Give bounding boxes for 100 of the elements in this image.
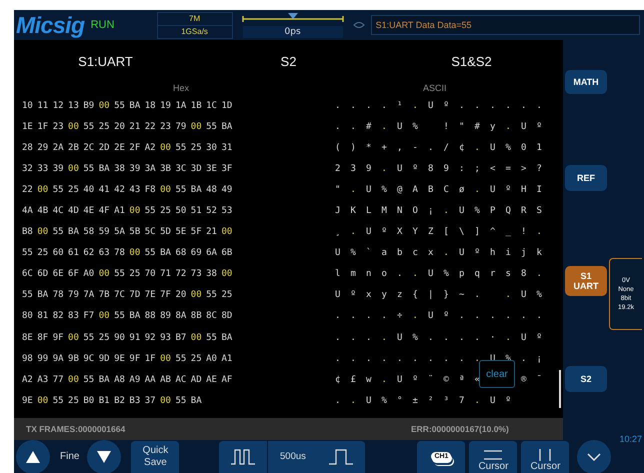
hex-byte: 55: [83, 164, 96, 174]
scrollbar[interactable]: [559, 370, 561, 408]
horizontal-lines-icon: [482, 448, 504, 460]
hex-byte: 5E: [175, 227, 188, 238]
cursor-button[interactable]: Cursor: [521, 440, 570, 472]
hex-byte: B7: [175, 332, 188, 343]
eye-icon[interactable]: [352, 21, 365, 29]
cursor-button[interactable]: Cursor: [469, 440, 518, 472]
hex-byte: 00: [37, 396, 50, 406]
hex-byte: B2: [114, 396, 126, 406]
hex-byte: 2B: [68, 142, 80, 153]
hex-byte: 4C: [52, 206, 65, 216]
hex-byte: 00: [68, 164, 80, 174]
hex-byte: 11: [37, 100, 50, 111]
up-triangle-icon: [26, 450, 40, 462]
hex-byte: 40: [83, 184, 96, 195]
hex-byte: 23: [52, 122, 65, 132]
hex-byte: 2A: [52, 142, 65, 153]
hex-byte: 3C: [175, 164, 188, 174]
hex-byte: 00: [37, 227, 50, 238]
hex-byte: 3D: [190, 164, 203, 174]
hex-byte: 55: [114, 269, 126, 280]
hex-byte: 55: [22, 248, 34, 258]
hex-byte: 58: [83, 227, 96, 238]
hex-byte: 13: [68, 100, 80, 111]
hex-byte: 4A: [22, 206, 34, 216]
hex-byte: 31: [221, 142, 234, 153]
hex-byte: 00: [98, 311, 111, 322]
hex-byte: AB: [160, 374, 172, 385]
hex-byte: 5F: [190, 227, 203, 238]
down-button[interactable]: [87, 440, 122, 473]
hex-byte: 60: [52, 248, 65, 258]
sidebar-button[interactable]: S2: [565, 366, 607, 392]
hex-byte: 00: [98, 100, 111, 111]
hex-byte: 55: [83, 122, 96, 132]
hex-byte: 37: [144, 396, 157, 406]
hex-byte: AA: [144, 374, 157, 385]
hex-byte: 9A: [52, 354, 65, 364]
hex-byte: 7E: [144, 290, 157, 300]
hex-byte: 5A: [114, 227, 126, 238]
hex-byte: 00: [68, 122, 80, 132]
hex-byte: 1F: [37, 122, 50, 132]
hex-byte: A0: [83, 269, 96, 280]
hex-byte: A2: [144, 142, 157, 153]
hex-byte: 51: [190, 206, 203, 216]
message-field: S1:UART Data Data=55: [370, 15, 640, 35]
hex-byte: B3: [129, 396, 142, 406]
hex-byte: 49: [221, 184, 234, 195]
sidebar-button[interactable]: REF: [565, 165, 607, 191]
hex-byte: AC: [175, 374, 188, 385]
hex-byte: 18: [144, 100, 157, 111]
hex-byte: 7B: [98, 290, 111, 300]
up-button[interactable]: [16, 440, 50, 473]
hex-byte: 7C: [114, 290, 126, 300]
hex-byte: 79: [68, 290, 80, 300]
hex-byte: A0: [206, 354, 218, 364]
hex-byte: 55: [175, 354, 188, 364]
sidebar-button[interactable]: S1 UART: [565, 266, 607, 296]
hex-byte: 29: [37, 142, 50, 153]
hex-byte: 41: [98, 184, 111, 195]
hex-byte: 9B: [68, 354, 80, 364]
hex-byte: 21: [206, 227, 218, 238]
hex-byte: 38: [206, 269, 218, 280]
hex-byte: 55: [175, 396, 188, 406]
expand-button[interactable]: [577, 440, 612, 473]
hex-byte: AE: [206, 374, 218, 385]
hex-byte: 55: [52, 227, 65, 238]
hex-byte: A1: [114, 206, 126, 216]
hex-byte: 55: [114, 311, 126, 322]
hex-byte: 30: [206, 142, 218, 153]
hex-byte: 6C: [22, 269, 34, 280]
hex-byte: 2C: [83, 142, 96, 153]
hex-byte: 55: [175, 142, 188, 153]
hex-byte: BA: [98, 164, 111, 174]
hex-byte: 25: [68, 396, 80, 406]
hex-byte: F8: [144, 184, 157, 195]
clock: 10:27: [619, 434, 642, 444]
hex-byte: 00: [160, 396, 172, 406]
logo: Micsig: [16, 12, 85, 38]
hex-byte: 1C: [206, 100, 218, 111]
hex-byte: 72: [175, 269, 188, 280]
hex-byte: 00: [190, 122, 203, 132]
pulse-train-icon: [230, 448, 256, 464]
hex-byte: BA: [129, 100, 142, 111]
hex-byte: 55: [83, 332, 96, 343]
hex-byte: 5D: [160, 227, 172, 238]
hex-byte: 00: [160, 142, 172, 153]
quick-save-button[interactable]: Quick Save: [131, 440, 180, 472]
hex-byte: 00: [190, 332, 203, 343]
column-title: S2: [280, 54, 296, 68]
hex-byte: 1A: [175, 100, 188, 111]
hex-byte: 5B: [129, 227, 142, 238]
hex-heading: Hex: [173, 83, 190, 93]
hex-byte: 00: [221, 227, 234, 238]
hex-byte: 4D: [68, 206, 80, 216]
hex-byte: 9F: [129, 354, 142, 364]
error-count: ERR:0000000167(10.0%): [411, 424, 510, 434]
hex-byte: 6A: [206, 248, 218, 258]
hex-byte: B1: [98, 396, 111, 406]
sidebar-button[interactable]: MATH: [565, 70, 607, 94]
